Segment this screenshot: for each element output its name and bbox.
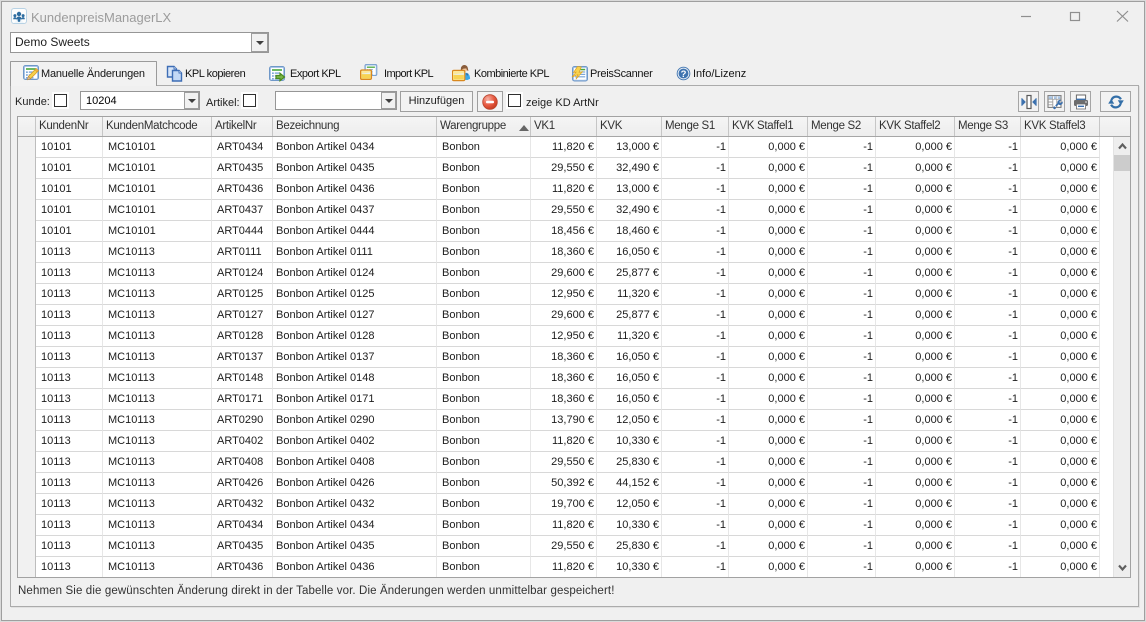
svg-text:?: ?: [681, 69, 687, 80]
